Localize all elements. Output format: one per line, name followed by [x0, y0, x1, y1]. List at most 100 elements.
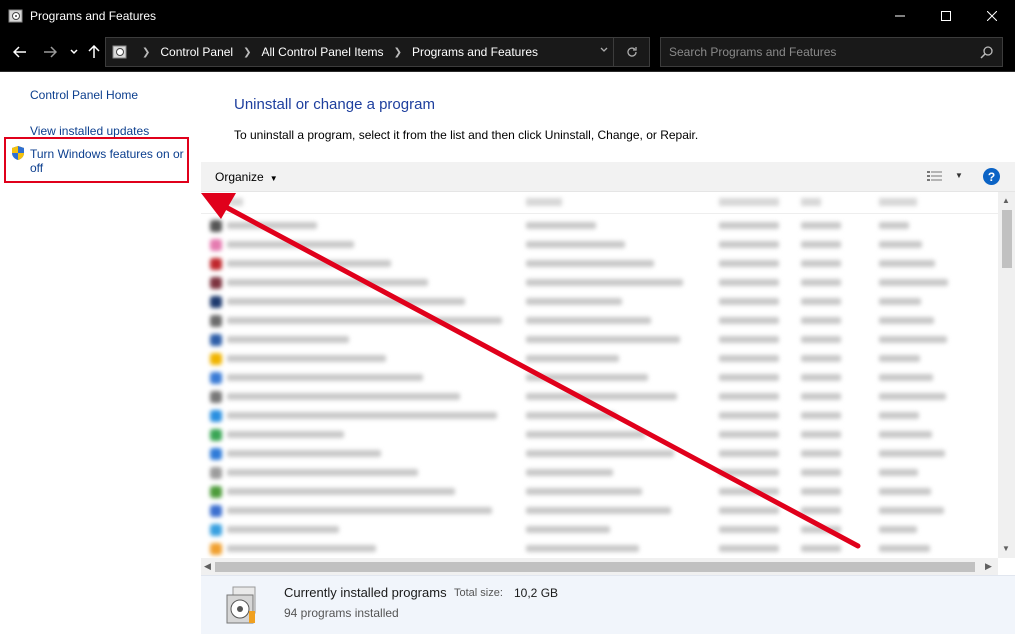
table-row[interactable]: [201, 520, 998, 539]
column-header-publisher[interactable]: [526, 198, 562, 206]
command-toolbar: Organize ▼ ▼ ?: [201, 162, 1015, 192]
horizontal-scroll-thumb[interactable]: [215, 562, 975, 572]
address-dropdown-icon[interactable]: [599, 44, 609, 58]
program-icon: [210, 524, 222, 536]
blurred-cell: [526, 374, 648, 381]
table-row[interactable]: [201, 406, 998, 425]
column-header-size[interactable]: [801, 198, 821, 206]
table-row[interactable]: [201, 216, 998, 235]
horizontal-scrollbar[interactable]: ◀ ▶: [201, 558, 998, 575]
view-options-button[interactable]: [927, 170, 943, 185]
table-row[interactable]: [201, 482, 998, 501]
table-row[interactable]: [201, 444, 998, 463]
table-row[interactable]: [201, 254, 998, 273]
blurred-cell: [719, 545, 779, 552]
scroll-right-icon[interactable]: ▶: [985, 561, 992, 572]
breadcrumb-programs-features[interactable]: Programs and Features: [412, 45, 538, 59]
control-panel-icon: [112, 45, 127, 59]
close-icon: [987, 11, 997, 21]
shield-icon: [12, 146, 24, 160]
help-button[interactable]: ?: [983, 168, 1000, 185]
column-header-installed[interactable]: [719, 198, 779, 206]
program-list[interactable]: [201, 192, 998, 558]
search-input[interactable]: [669, 45, 969, 59]
table-row[interactable]: [201, 425, 998, 444]
window-title: Programs and Features: [30, 9, 157, 23]
close-button[interactable]: [969, 0, 1015, 32]
control-panel-home-link[interactable]: Control Panel Home: [30, 88, 138, 102]
status-title: Currently installed programs: [284, 585, 447, 600]
blurred-cell: [801, 469, 841, 476]
table-row[interactable]: [201, 273, 998, 292]
program-icon: [210, 448, 222, 460]
forward-button[interactable]: [40, 42, 60, 62]
maximize-icon: [941, 11, 951, 21]
blurred-cell: [526, 355, 619, 362]
search-icon[interactable]: [980, 45, 994, 59]
back-button[interactable]: [10, 42, 30, 62]
table-row[interactable]: [201, 330, 998, 349]
table-row[interactable]: [201, 463, 998, 482]
recent-locations-button[interactable]: [64, 42, 84, 62]
chevron-right-icon[interactable]: ❯: [394, 47, 402, 58]
search-box[interactable]: [660, 37, 1003, 67]
column-header-version[interactable]: [879, 198, 917, 206]
blurred-cell: [801, 336, 841, 343]
blurred-cell: [227, 241, 354, 248]
blurred-cell: [526, 488, 642, 495]
blurred-cell: [526, 412, 616, 419]
minimize-button[interactable]: [877, 0, 923, 32]
turn-windows-features-link[interactable]: Turn Windows features on or off: [30, 147, 186, 175]
list-header: [201, 192, 998, 214]
blurred-cell: [526, 336, 680, 343]
table-row[interactable]: [201, 539, 998, 558]
table-row[interactable]: [201, 311, 998, 330]
view-installed-updates-link[interactable]: View installed updates: [30, 124, 149, 138]
program-icon: [210, 296, 222, 308]
blurred-cell: [879, 526, 917, 533]
blurred-cell: [801, 298, 841, 305]
address-bar[interactable]: ❯ Control Panel ❯ All Control Panel Item…: [105, 37, 650, 67]
blurred-cell: [526, 545, 639, 552]
program-icon: [210, 543, 222, 555]
blurred-cell: [227, 355, 386, 362]
blurred-cell: [526, 526, 610, 533]
blurred-cell: [719, 374, 779, 381]
maximize-button[interactable]: [923, 0, 969, 32]
status-bar: Currently installed programs Total size:…: [201, 575, 1015, 634]
organize-button[interactable]: Organize ▼: [215, 170, 278, 184]
blurred-cell: [801, 526, 841, 533]
breadcrumb-all-items[interactable]: All Control Panel Items: [262, 45, 384, 59]
up-button[interactable]: [84, 42, 104, 62]
blurred-cell: [526, 469, 613, 476]
blurred-cell: [879, 412, 919, 419]
blurred-cell: [227, 545, 376, 552]
blurred-cell: [719, 241, 779, 248]
blurred-cell: [801, 374, 841, 381]
blurred-cell: [719, 336, 779, 343]
table-row[interactable]: [201, 387, 998, 406]
highlight-box: Turn Windows features on or off: [4, 137, 189, 183]
blurred-cell: [879, 393, 946, 400]
chevron-right-icon[interactable]: ❯: [243, 47, 251, 58]
scroll-down-icon[interactable]: ▼: [1002, 544, 1010, 553]
scroll-left-icon[interactable]: ◀: [204, 561, 211, 572]
caret-down-icon: ▼: [269, 174, 278, 183]
scroll-up-icon[interactable]: ▲: [1002, 196, 1010, 205]
program-icon: [210, 410, 222, 422]
blurred-cell: [227, 412, 497, 419]
table-row[interactable]: [201, 501, 998, 520]
blurred-cell: [526, 241, 625, 248]
column-header-name[interactable]: [229, 198, 243, 206]
total-size-value: 10,2 GB: [514, 586, 559, 600]
blurred-cell: [227, 526, 339, 533]
table-row[interactable]: [201, 349, 998, 368]
table-row[interactable]: [201, 292, 998, 311]
vertical-scroll-thumb[interactable]: [1002, 210, 1012, 268]
breadcrumb-control-panel[interactable]: Control Panel: [160, 45, 233, 59]
view-dropdown-icon[interactable]: ▼: [955, 171, 963, 180]
table-row[interactable]: [201, 368, 998, 387]
table-row[interactable]: [201, 235, 998, 254]
vertical-scrollbar[interactable]: ▲ ▼: [998, 192, 1015, 558]
refresh-button[interactable]: [613, 38, 649, 66]
